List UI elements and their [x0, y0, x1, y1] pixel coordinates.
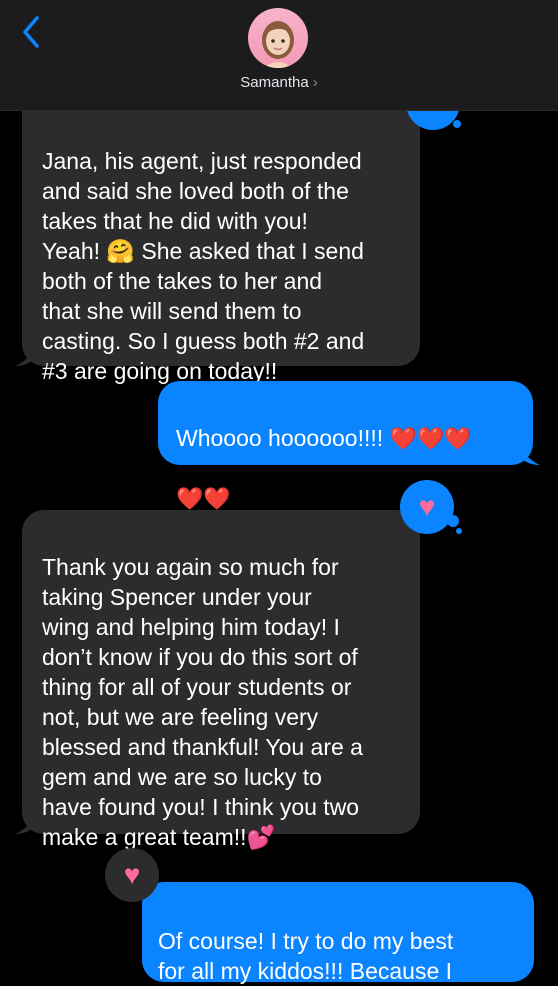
avatar[interactable] [248, 8, 308, 68]
message-text: Whoooo hoooooo!!!! [176, 425, 390, 451]
heart-tapback[interactable]: ♥ [105, 848, 159, 902]
bubble-tail [15, 816, 37, 834]
message-text: Of course! I try to do my best for all m… [158, 928, 454, 984]
message-text: Thank you again so much for taking Spenc… [42, 554, 363, 850]
bubble-tail [15, 348, 37, 366]
incoming-message[interactable]: Jana, his agent, just responded and said… [15, 110, 420, 384]
contact-name[interactable]: Samantha › [0, 74, 558, 91]
chevron-right-icon: › [312, 74, 318, 91]
outgoing-message[interactable]: Whoooo hoooooo!!!! ❤️❤️❤️ ❤️❤️ [158, 381, 540, 512]
tapback-dot [453, 120, 461, 128]
conversation-header: Samantha › [0, 0, 558, 111]
memoji-avatar-icon [262, 21, 294, 68]
heart-icon: ♥ [418, 491, 436, 522]
message-text: Jana, his agent, just responded and said… [42, 148, 365, 384]
chevron-left-icon [23, 16, 39, 48]
heart-tapback[interactable]: ♥ [400, 480, 454, 534]
heart-icon: ♥ [123, 859, 141, 890]
incoming-message[interactable]: Thank you again so much for taking Spenc… [15, 510, 420, 850]
tapback-dot [456, 528, 462, 534]
bubble-tail [518, 447, 540, 465]
hearts-emoji: ❤️❤️❤️ [389, 427, 472, 452]
back-button[interactable] [14, 12, 48, 52]
contact-name-label: Samantha [240, 74, 309, 91]
outgoing-message[interactable]: Of course! I try to do my best for all m… [142, 882, 534, 984]
